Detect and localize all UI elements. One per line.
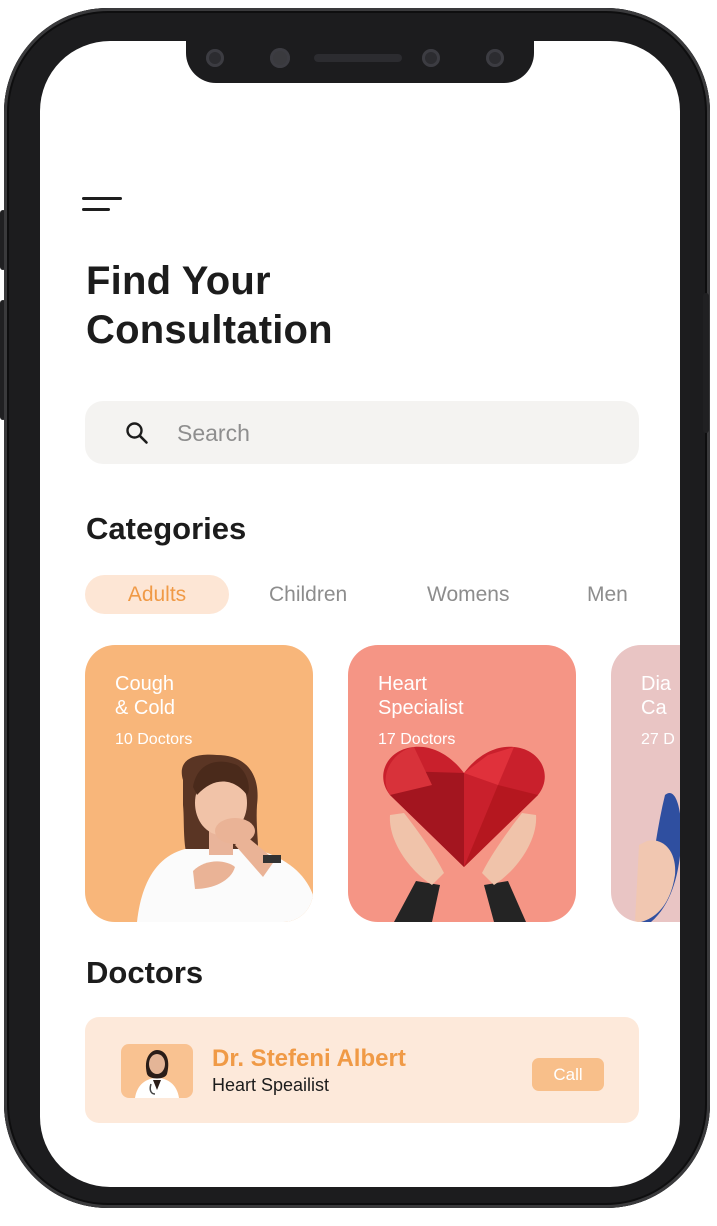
- glucose-meter-image: [635, 793, 680, 922]
- phone-notch: [186, 41, 534, 83]
- category-card-diabetes[interactable]: Dia Ca 27 D: [611, 645, 680, 922]
- heart-in-hands-image: [383, 746, 545, 922]
- category-card-heart-specialist[interactable]: Heart Specialist 17 Doctors: [348, 645, 576, 922]
- page-title-line1: Find Your: [86, 259, 271, 303]
- doctor-avatar: [121, 1044, 193, 1098]
- sensor-icon: [206, 49, 224, 67]
- doctor-card[interactable]: Dr. Stefeni Albert Heart Speailist Call: [85, 1017, 639, 1123]
- coughing-woman-image: [137, 754, 313, 922]
- page-title-line2: Consultation: [86, 308, 333, 352]
- tab-womens[interactable]: Womens: [427, 575, 509, 614]
- doctor-name: Dr. Stefeni Albert: [212, 1045, 406, 1072]
- search-input[interactable]: Search: [85, 401, 639, 464]
- doctors-heading: Doctors: [86, 955, 204, 990]
- category-card-cough-cold[interactable]: Cough & Cold 10 Doctors: [85, 645, 313, 922]
- categories-heading: Categories: [86, 511, 247, 546]
- phone-frame: Find Your Consultation Search Categories…: [4, 8, 710, 1208]
- front-camera-icon: [422, 49, 440, 67]
- sensor-icon: [486, 49, 504, 67]
- page-title: Find Your Consultation: [86, 257, 606, 355]
- tab-children[interactable]: Children: [269, 575, 347, 614]
- doctor-specialty: Heart Speailist: [212, 1075, 330, 1095]
- tab-men[interactable]: Men: [587, 575, 628, 614]
- hamburger-menu-icon[interactable]: [82, 195, 126, 215]
- call-button[interactable]: Call: [532, 1058, 604, 1091]
- doctor-portrait-image: [135, 1050, 179, 1098]
- search-icon: [126, 422, 148, 444]
- tab-adults[interactable]: Adults: [85, 575, 229, 614]
- category-cards: Cough & Cold 10 Doctors Heart Specialist…: [40, 645, 680, 925]
- search-placeholder: Search: [177, 420, 250, 446]
- earpiece-speaker: [314, 54, 402, 62]
- phone-power-button: [703, 293, 709, 433]
- app-screen: Find Your Consultation Search Categories…: [40, 41, 680, 1187]
- sensor-icon: [270, 48, 290, 68]
